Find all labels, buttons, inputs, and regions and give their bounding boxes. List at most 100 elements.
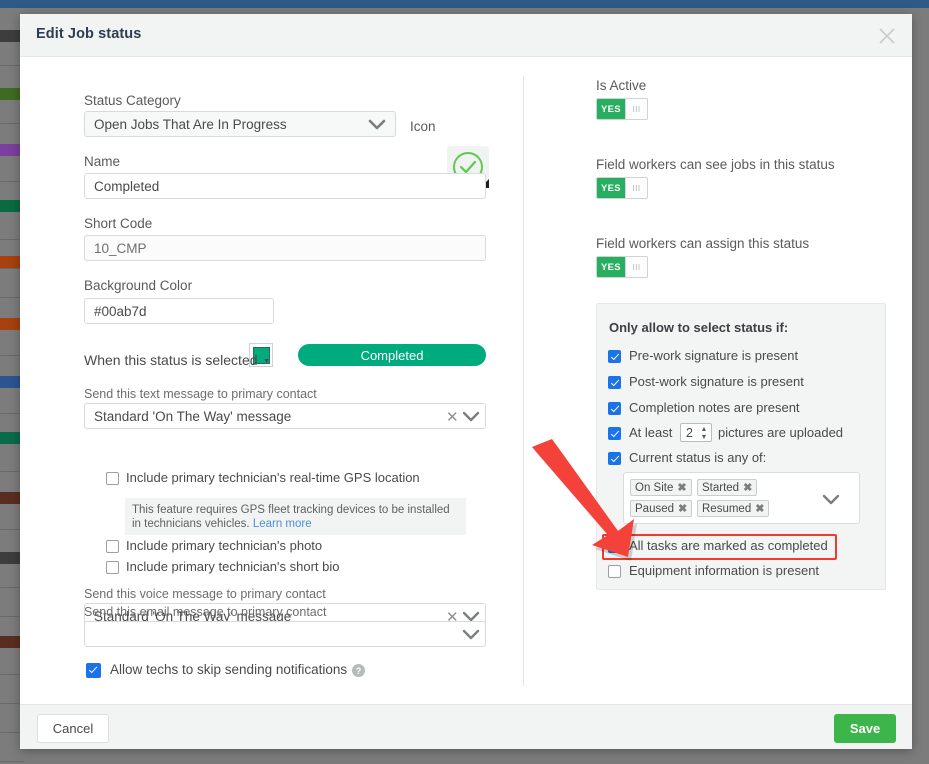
condition-checkbox[interactable] <box>608 402 621 415</box>
toggle-handle[interactable]: III <box>625 99 647 119</box>
toggle-label: Field workers can see jobs in this statu… <box>596 157 835 172</box>
toggle-state-label: YES <box>597 178 625 198</box>
email-message-label: Send this email message to primary conta… <box>84 605 327 619</box>
condition-label: Pre-work signature is present <box>629 348 799 363</box>
current-status-rule-checkbox[interactable] <box>608 452 621 465</box>
status-tag-label: Paused <box>635 502 675 515</box>
toggle-state-label: YES <box>597 99 625 119</box>
background-status-chip <box>0 256 22 268</box>
background-status-chip <box>0 88 22 100</box>
pictures-rule-prefix: At least <box>629 425 673 440</box>
status-tag[interactable]: Started ✖ <box>697 479 758 496</box>
background-status-chip <box>0 200 22 212</box>
when-selected-heading: When this status is selected <box>84 352 258 368</box>
background-status-chip <box>0 492 22 504</box>
background-status-chip <box>0 552 22 564</box>
name-value: Completed <box>94 178 160 194</box>
toggle-switch[interactable]: YES III <box>596 256 648 278</box>
status-preview-pill: Completed <box>298 344 486 366</box>
text-message-clear-icon[interactable]: ✕ <box>446 408 459 426</box>
background-color-input[interactable]: #00ab7d <box>84 298 274 324</box>
status-tag[interactable]: Resumed ✖ <box>697 500 770 517</box>
skip-notifications-label: Allow techs to skip sending notification… <box>110 662 348 677</box>
condition-label: Completion notes are present <box>629 400 800 415</box>
edit-job-status-dialog: Edit Job status Status Category Open Job… <box>20 14 912 749</box>
save-button[interactable]: Save <box>834 714 896 743</box>
equipment-rule-checkbox[interactable] <box>608 565 621 578</box>
pictures-count-value: 2 <box>686 425 693 440</box>
toggle-state-label: YES <box>597 257 625 277</box>
name-label: Name <box>84 154 121 169</box>
include-photo-checkbox[interactable] <box>106 540 119 553</box>
include-photo-label: Include primary technician's photo <box>126 538 323 553</box>
learn-more-link[interactable]: Learn more <box>253 518 312 530</box>
stepper-up-icon[interactable]: ▲ <box>701 426 708 433</box>
dialog-footer: Cancel Save <box>20 704 912 749</box>
close-icon[interactable] <box>874 23 900 49</box>
background-status-chip <box>0 432 22 444</box>
swatch-caret-icon: ▼ <box>263 358 270 365</box>
toggle-label: Is Active <box>596 78 647 93</box>
background-color-label: Background Color <box>84 278 193 293</box>
status-tag-remove-icon[interactable]: ✖ <box>677 481 686 494</box>
pictures-rule-checkbox[interactable] <box>608 427 621 440</box>
include-bio-checkbox[interactable] <box>106 561 119 574</box>
status-preview-label: Completed <box>360 347 424 363</box>
conditions-title: Only allow to select status if: <box>609 320 789 335</box>
pictures-count-stepper[interactable]: 2 ▲ ▼ <box>680 423 712 442</box>
toggle-handle[interactable]: III <box>625 257 647 277</box>
toggle-handle[interactable]: III <box>625 178 647 198</box>
background-topbar <box>0 0 929 8</box>
stepper-down-icon[interactable]: ▼ <box>701 434 708 441</box>
status-tag-remove-icon[interactable]: ✖ <box>678 502 687 515</box>
gps-location-label: Include primary technician's real-time G… <box>126 470 420 485</box>
status-tag-remove-icon[interactable]: ✖ <box>743 481 752 494</box>
chevron-down-icon[interactable] <box>822 493 840 511</box>
text-message-value: Standard 'On The Way' message <box>94 408 292 424</box>
current-status-tag-select[interactable]: On Site ✖ Started ✖ Paused ✖ Resumed ✖ <box>623 472 860 524</box>
background-status-chip <box>0 144 22 156</box>
screen: Edit Job status Status Category Open Job… <box>0 0 929 764</box>
status-tag-remove-icon[interactable]: ✖ <box>755 502 764 515</box>
status-tag[interactable]: On Site ✖ <box>630 479 692 496</box>
gps-note: This feature requires GPS fleet tracking… <box>125 498 466 535</box>
all-tasks-rule-checkbox[interactable] <box>608 540 621 553</box>
skip-notifications-checkbox[interactable] <box>86 663 101 678</box>
equipment-rule-label: Equipment information is present <box>629 563 820 578</box>
condition-checkbox[interactable] <box>608 376 621 389</box>
current-status-rule-label: Current status is any of: <box>629 450 767 465</box>
background-color-value: #00ab7d <box>94 303 147 319</box>
text-message-select[interactable]: Standard 'On The Way' message <box>84 403 486 429</box>
status-category-label: Status Category <box>84 93 181 108</box>
name-input[interactable]: Completed <box>84 173 486 199</box>
status-category-value: Open Jobs That Are In Progress <box>94 116 287 132</box>
status-tag-label: Resumed <box>702 502 752 515</box>
column-divider <box>523 76 524 686</box>
icon-picker-label: Icon <box>410 119 436 134</box>
toggle-label: Field workers can assign this status <box>596 236 810 251</box>
cancel-button[interactable]: Cancel <box>37 714 109 743</box>
stepper-arrows-icon[interactable]: ▲ ▼ <box>700 426 708 441</box>
status-tag-label: On Site <box>635 481 674 494</box>
background-status-chip <box>0 318 22 330</box>
short-code-value: 10_CMP <box>94 240 147 256</box>
dialog-header: Edit Job status <box>20 14 912 57</box>
dialog-title: Edit Job status <box>36 26 142 42</box>
gps-location-checkbox[interactable] <box>106 472 119 485</box>
include-bio-label: Include primary technician's short bio <box>126 559 340 574</box>
email-message-select[interactable] <box>84 621 486 647</box>
toggle-switch[interactable]: YES III <box>596 98 648 120</box>
voice-message-label: Send this voice message to primary conta… <box>84 587 326 601</box>
text-message-label: Send this text message to primary contac… <box>84 387 317 401</box>
background-status-chip <box>0 30 22 42</box>
short-code-input[interactable]: 10_CMP <box>84 235 486 261</box>
status-tag[interactable]: Paused ✖ <box>630 500 693 517</box>
all-tasks-rule-label: All tasks are marked as completed <box>629 538 828 553</box>
background-status-chip <box>0 376 22 388</box>
question-mark-icon[interactable]: ? <box>352 664 365 677</box>
status-category-select[interactable]: Open Jobs That Are In Progress <box>84 111 396 137</box>
toggle-switch[interactable]: YES III <box>596 177 648 199</box>
condition-label: Post-work signature is present <box>629 374 804 389</box>
dialog-body: Status Category Open Jobs That Are In Pr… <box>20 58 912 703</box>
condition-checkbox[interactable] <box>608 350 621 363</box>
